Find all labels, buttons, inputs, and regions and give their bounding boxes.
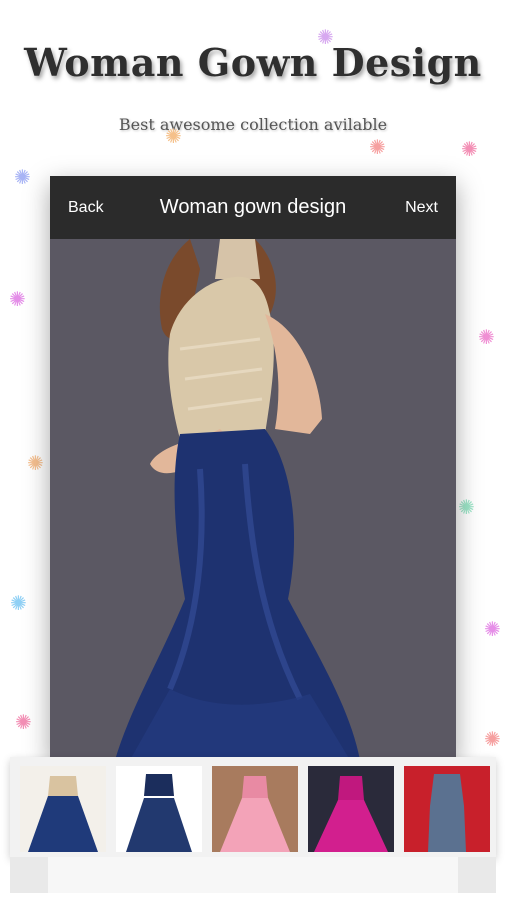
- thumbnail[interactable]: [116, 766, 202, 852]
- promo-title: Woman Gown Design: [24, 40, 482, 85]
- sparkle-icon: ✺: [165, 126, 182, 148]
- sparkle-icon: ✺: [317, 27, 334, 49]
- app-toolbar: Back Woman gown design Next: [50, 176, 456, 239]
- sparkle-icon: ✺: [484, 729, 501, 751]
- phone-screen: Back Woman gown design Next: [50, 176, 456, 760]
- thumbnail[interactable]: [404, 766, 490, 852]
- thumbnail-strip: [10, 757, 496, 857]
- toolbar-title: Woman gown design: [159, 196, 347, 218]
- shelf-face: [48, 857, 458, 893]
- thumbnail[interactable]: [20, 766, 106, 852]
- sparkle-icon: ✺: [461, 139, 478, 161]
- promo-subtitle: Best awesome collection avilable: [118, 115, 388, 134]
- sparkle-icon: ✺: [15, 712, 32, 734]
- thumbnail[interactable]: [212, 766, 298, 852]
- thumbnail[interactable]: [308, 766, 394, 852]
- sparkle-icon: ✺: [9, 289, 26, 311]
- sparkle-icon: ✺: [14, 167, 31, 189]
- sparkle-icon: ✺: [478, 327, 495, 349]
- sparkle-icon: ✺: [458, 497, 475, 519]
- sparkle-icon: ✺: [10, 593, 27, 615]
- sparkle-icon: ✺: [369, 137, 386, 159]
- sparkle-icon: ✺: [484, 619, 501, 641]
- sparkle-icon: ✺: [27, 453, 44, 475]
- gown-photo: [50, 239, 456, 760]
- next-button[interactable]: Next: [405, 199, 438, 217]
